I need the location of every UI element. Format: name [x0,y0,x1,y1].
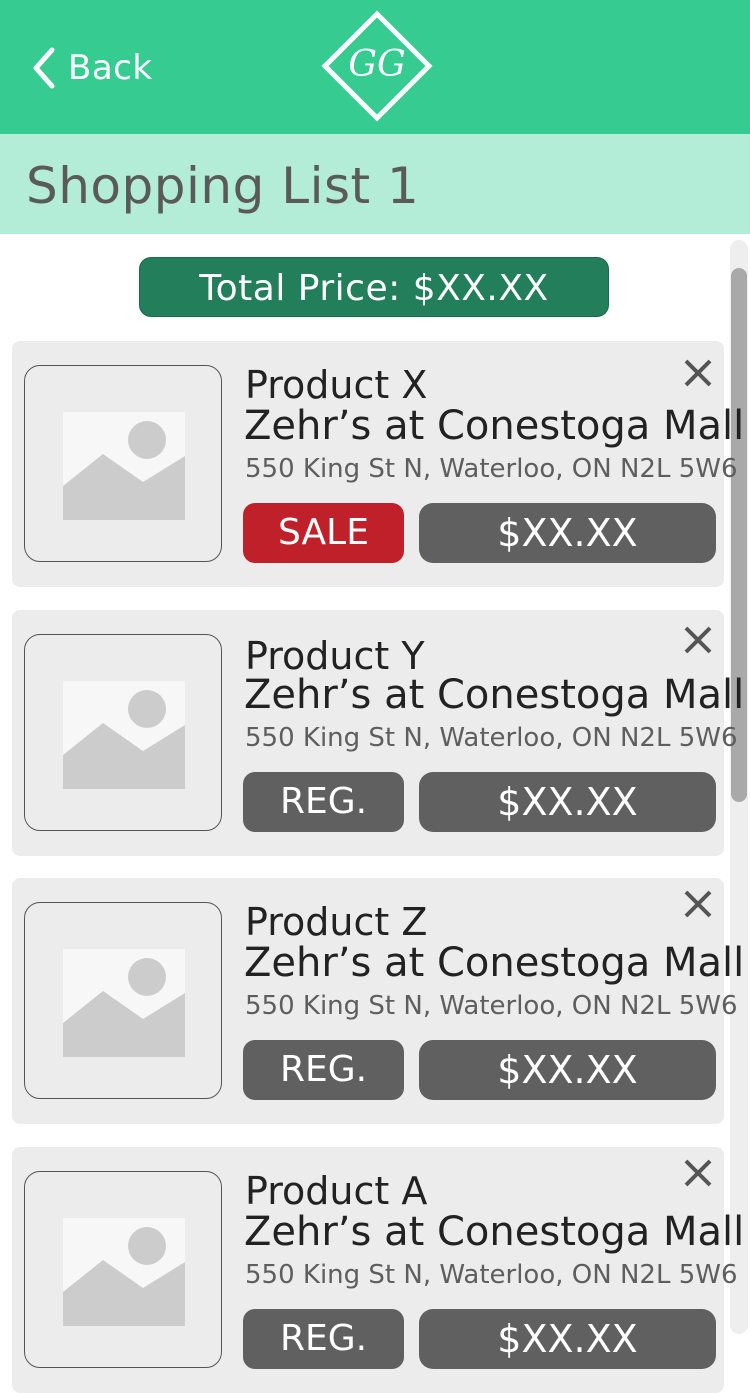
store-address: 550 King St N, Waterloo, ON N2L 5W6 [245,991,738,1021]
total-price-button[interactable]: Total Price: $XX.XX [139,257,609,317]
regular-tag[interactable]: REG. [243,1040,404,1100]
sale-tag[interactable]: SALE [243,503,404,563]
store-name: Zehr’s at Conestoga Mall [244,403,745,449]
store-name: Zehr’s at Conestoga Mall [244,672,745,718]
product-name: Product Z [245,900,428,944]
close-icon[interactable] [680,355,716,391]
product-thumbnail [24,634,222,831]
gg-logo: GG [321,10,433,122]
close-icon[interactable] [680,622,716,658]
price-button[interactable]: $XX.XX [419,503,716,563]
regular-tag[interactable]: REG. [243,1309,404,1369]
close-icon[interactable] [680,1155,716,1191]
store-address: 550 King St N, Waterloo, ON N2L 5W6 [245,723,738,753]
back-button[interactable]: Back [30,44,153,92]
price-button[interactable]: $XX.XX [419,1040,716,1100]
list-item: Product Z Zehr’s at Conestoga Mall 550 K… [12,878,744,1124]
price-button[interactable]: $XX.XX [419,772,716,832]
store-name: Zehr’s at Conestoga Mall [244,940,745,986]
product-thumbnail [24,902,222,1099]
image-placeholder-icon [63,681,185,789]
image-placeholder-icon [63,949,185,1057]
image-placeholder-icon [63,1218,185,1326]
store-address: 550 King St N, Waterloo, ON N2L 5W6 [245,1260,738,1290]
product-thumbnail [24,365,222,562]
product-name: Product A [245,1169,428,1213]
logo-text: GG [348,44,406,85]
list-item: Product A Zehr’s at Conestoga Mall 550 K… [12,1147,744,1393]
store-name: Zehr’s at Conestoga Mall [244,1209,745,1255]
top-bar: Back GG [0,0,750,134]
chevron-left-icon [33,47,55,89]
product-thumbnail [24,1171,222,1368]
store-address: 550 King St N, Waterloo, ON N2L 5W6 [245,454,738,484]
product-name: Product X [245,363,428,407]
page-title: Shopping List 1 [26,157,420,215]
image-placeholder-icon [63,412,185,520]
back-label: Back [68,48,153,88]
list-item: Product Y Zehr’s at Conestoga Mall 550 K… [12,610,744,856]
price-button[interactable]: $XX.XX [419,1309,716,1369]
regular-tag[interactable]: REG. [243,772,404,832]
list-item: Product X Zehr’s at Conestoga Mall 550 K… [12,341,744,587]
close-icon[interactable] [680,886,716,922]
